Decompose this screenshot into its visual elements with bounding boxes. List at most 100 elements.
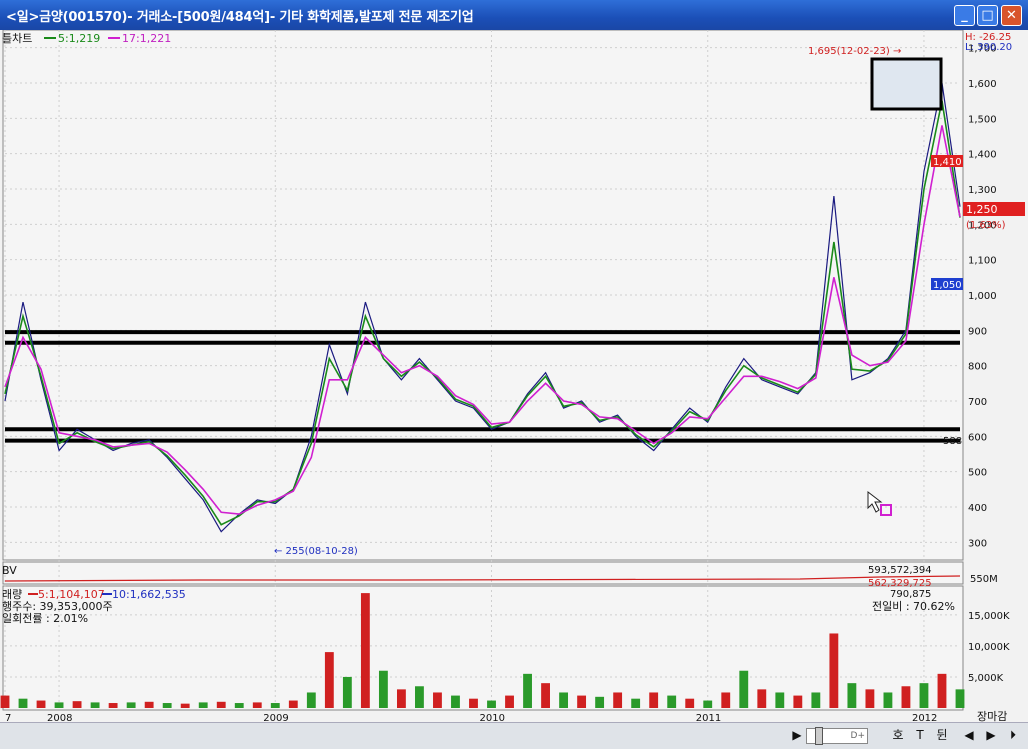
volume-bar [667,695,677,708]
volume-bar [126,702,136,708]
volume-tick-label: 15,000K [968,611,1010,622]
volume-bar [18,698,28,708]
volume-bar [775,692,785,708]
volume-bar [739,670,749,708]
volume-bar [342,676,352,708]
price-change-label: (1.63%) [966,220,1006,231]
volume-bar [703,700,713,708]
volume-bar [288,700,298,708]
volume-tick-label: 5,000K [968,673,1004,684]
volume-bar [487,700,496,708]
volume-bar [631,698,641,708]
volume-bar [72,701,82,708]
scroll-left-icon[interactable]: ◀ [962,726,976,744]
volume-bar [216,701,226,708]
zoom-slider[interactable]: D+ [806,727,868,745]
volume-bar [54,702,64,708]
legend-ma17: 17:1,221 [122,32,171,45]
filter-button[interactable]: T [912,726,928,744]
ho-button[interactable]: 호 [890,726,906,744]
price-tick-label: 1,600 [968,79,997,90]
market-close-label: 장마감 [977,710,1007,722]
volume-bar [721,692,731,708]
bottom-toolbar: ▶ D+ 호 T 뒨 ◀ ▶ ⏵ [0,722,1028,749]
price-tick-label: 700 [968,397,987,408]
volume-bar [396,689,406,708]
obv-label: BV [2,564,17,577]
obv-value2: 562,329,725 [868,578,932,589]
volume-bar [415,686,424,708]
legend-label: 틀차트 [2,32,32,45]
volume-bar [829,633,839,708]
volume-bar [559,692,569,708]
volume-bar [757,689,767,708]
volume-bar [649,692,659,708]
volume-bar [955,689,965,708]
window-title: <일>금양(001570)- 거래소-[500원/484억]- 기타 화학제품,… [6,10,474,25]
close-button[interactable]: ✕ [1001,5,1022,26]
x-tick-label: 2012 [912,713,937,722]
price-tick-label: 1,500 [968,114,997,125]
price-tick-label: 1,100 [968,256,997,267]
price-tag-1050: 1,050 [933,280,962,291]
volume-bar [234,703,244,708]
high-annotation: 1,695(12-02-23) → [808,46,901,57]
price-tick-label: 1,300 [968,185,997,196]
volume-bar [937,673,947,708]
volume-bar [162,703,172,708]
volume-bar [847,683,857,708]
volume-bar [0,695,10,708]
window-button[interactable]: 뒨 [934,726,950,744]
high-highlight-box[interactable] [870,57,943,111]
volume-bar [270,703,280,708]
volume-bar [577,695,587,708]
price-tick-label: 400 [968,503,987,514]
volume-bar [451,695,460,708]
volume-bar [144,701,154,708]
volume-bar [865,689,875,708]
price-tick-label: 600 [968,432,987,443]
volume-ratio: 전일비 : 70.62% [872,599,955,613]
volume-bar [685,698,695,708]
volume-bar [306,692,316,708]
minimize-button[interactable]: _ [954,5,975,26]
volume-bar [901,686,911,708]
volume-ma10-label: 10:1,662,535 [112,588,186,601]
price-tick-label: 300 [968,538,987,549]
title-bar: <일>금양(001570)- 거래소-[500원/484억]- 기타 화학제품,… [0,0,1028,30]
volume-value: 790,875 [890,589,931,600]
scroll-end-icon[interactable]: ⏵ [1006,726,1020,744]
volume-bar [469,698,478,708]
current-price-tag: 1,250 [966,203,998,216]
zoom-slider-thumb[interactable] [815,727,823,745]
volume-bar [541,683,550,708]
zoom-label: D+ [850,731,865,741]
volume-bar [252,702,262,708]
stock-chart[interactable]: 1,7001,6001,5001,4001,3001,2001,1001,000… [0,30,1028,722]
low-box-label: L: 390.20 [965,42,1012,53]
volume-bar [378,670,388,708]
volume-tick-label: 10,000K [968,642,1010,653]
price-tick-label: 1,400 [968,150,997,161]
scroll-right-icon[interactable]: ▶ [984,726,998,744]
price-tick-label: 1,000 [968,291,997,302]
play-icon[interactable]: ▶ [790,726,804,744]
turnover-rate: 일회전률 : 2.01% [2,611,88,625]
maximize-button[interactable]: □ [977,5,998,26]
price-tick-label: 900 [968,326,987,337]
price-tick-label: 500 [968,468,987,479]
volume-bar [919,683,929,708]
obv-scale: 550M [970,574,998,585]
volume-bar [883,692,893,708]
x-tick-label: 2008 [47,713,72,722]
x-tick-label: 2011 [696,713,721,722]
volume-bar [36,700,46,708]
x-tick-label: 2010 [480,713,505,722]
volume-bar [360,593,370,708]
volume-bar [793,695,803,708]
volume-bar [595,696,605,708]
obv-value1: 593,572,394 [868,565,932,576]
price-tag-1410: 1,410 [933,157,962,168]
volume-bar [505,695,514,708]
low-annotation: ← 255(08-10-28) [274,546,358,557]
